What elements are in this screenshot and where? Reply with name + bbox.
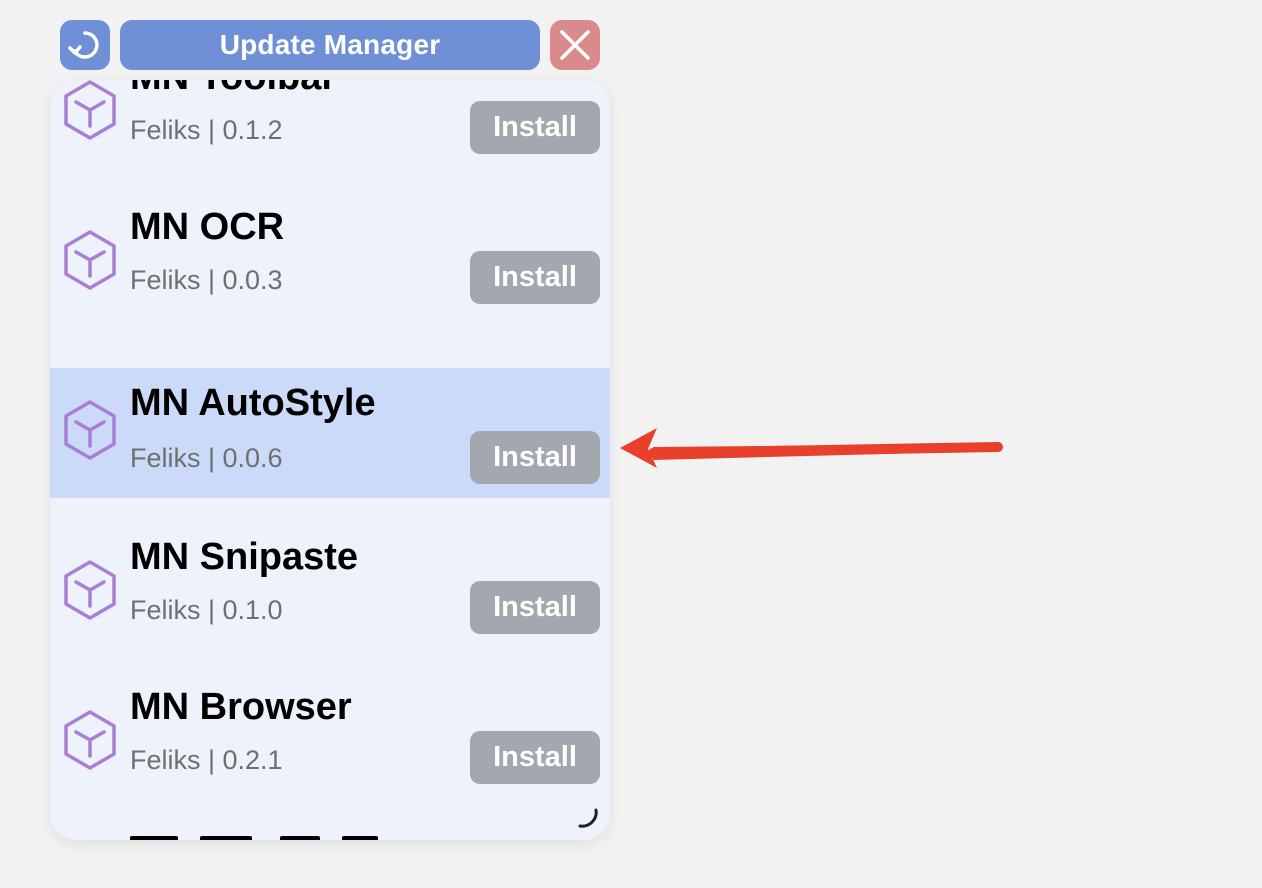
list-item-partial	[130, 832, 390, 840]
package-icon	[64, 400, 116, 460]
addon-meta: Feliks | 0.2.1	[130, 745, 283, 775]
close-icon	[560, 30, 590, 60]
list-item[interactable]: MN Browser Feliks | 0.2.1 Install	[50, 680, 610, 810]
list-item-selected[interactable]: MN AutoStyle Feliks | 0.0.6 Install	[50, 368, 610, 498]
install-button[interactable]: Install	[470, 581, 600, 634]
addon-meta: Feliks | 0.0.6	[130, 443, 283, 473]
addon-name: MN OCR	[130, 206, 285, 248]
package-icon	[64, 230, 116, 290]
install-button[interactable]: Install	[470, 431, 600, 484]
loading-spinner-icon	[578, 808, 598, 828]
list-item[interactable]: MN Toolbar Feliks | 0.1.2 Install	[50, 80, 610, 180]
package-icon	[64, 560, 116, 620]
install-button[interactable]: Install	[470, 731, 600, 784]
addon-name: MN Snipaste	[130, 536, 359, 578]
annotation-arrow-icon	[620, 428, 1003, 468]
addon-meta: Feliks | 0.0.3	[130, 265, 283, 295]
update-manager-title[interactable]: Update Manager	[120, 20, 540, 70]
addon-name: MN Toolbar	[130, 80, 336, 100]
package-icon	[64, 80, 116, 140]
refresh-icon	[68, 31, 99, 59]
install-button[interactable]: Install	[470, 251, 600, 304]
addon-meta: Feliks | 0.1.0	[130, 595, 283, 625]
addon-list-panel[interactable]: MN Toolbar Feliks | 0.1.2 Install MN OCR…	[50, 80, 610, 840]
list-item[interactable]: MN Snipaste Feliks | 0.1.0 Install	[50, 530, 610, 660]
refresh-button[interactable]	[60, 20, 110, 70]
install-button[interactable]: Install	[470, 101, 600, 154]
close-button[interactable]	[550, 20, 600, 70]
package-icon	[64, 710, 116, 770]
addon-name: MN AutoStyle	[130, 382, 376, 424]
list-item[interactable]: MN OCR Feliks | 0.0.3 Install	[50, 200, 610, 330]
addon-meta: Feliks | 0.1.2	[130, 115, 283, 145]
addon-name: MN Browser	[130, 686, 352, 728]
